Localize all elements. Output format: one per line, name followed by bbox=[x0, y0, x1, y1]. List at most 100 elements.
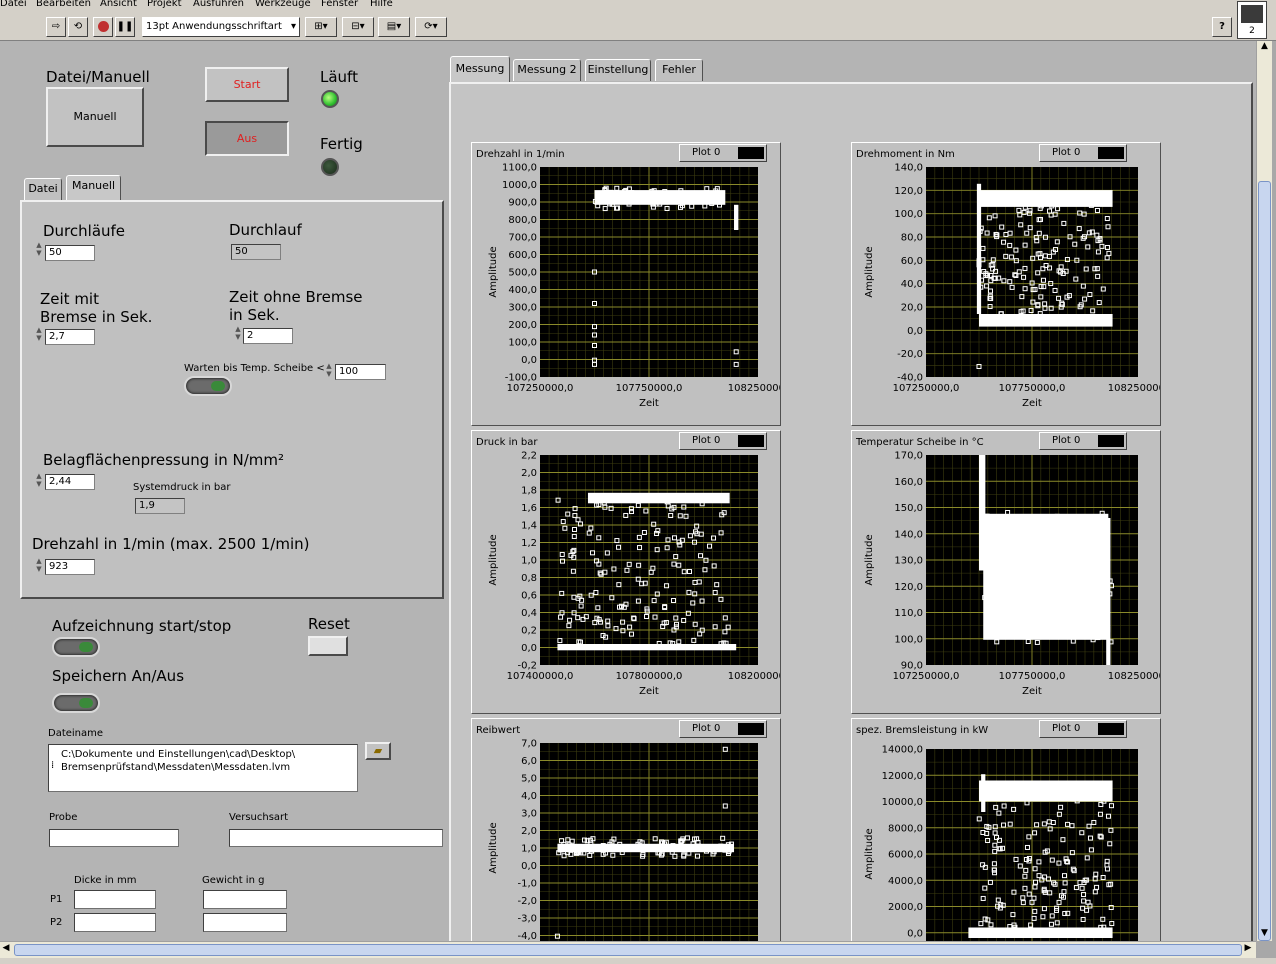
y-tick-label: 700,0 bbox=[508, 233, 537, 244]
scroll-down-icon[interactable]: ▼ bbox=[1257, 928, 1272, 941]
durchlaeufe-spinner-icon[interactable]: ▲ ▼ bbox=[35, 241, 43, 259]
font-select[interactable]: 13pt Anwendungsschriftart ▾ bbox=[142, 17, 300, 37]
chevron-down-icon: ▾ bbox=[290, 21, 296, 32]
menu-ansicht[interactable]: Ansicht bbox=[100, 0, 137, 9]
x-tick-label: 107250000,0 bbox=[893, 671, 960, 682]
y-tick-label: 1,8 bbox=[521, 486, 537, 497]
durchlauf-indicator: 50 bbox=[231, 244, 281, 260]
menu-datei[interactable]: Datei bbox=[0, 0, 27, 9]
p2-dicke-input[interactable] bbox=[74, 913, 156, 932]
p1-dicke-input[interactable] bbox=[74, 890, 156, 909]
menu-hilfe[interactable]: Hilfe bbox=[370, 0, 393, 9]
y-tick-label: 1000,0 bbox=[502, 180, 537, 191]
run-arrow-icon[interactable]: ⇨ bbox=[46, 17, 66, 37]
graph-svg: 1100,0 1000,0 900,0 800,0 700,0 600,0 500,0 400… bbox=[488, 163, 780, 410]
browse-folder-icon[interactable]: ▰ bbox=[365, 742, 391, 760]
y-tick-label: 170,0 bbox=[894, 451, 923, 462]
data-point-cluster bbox=[981, 774, 986, 812]
vertical-scroll-thumb[interactable] bbox=[1258, 181, 1271, 941]
zeit-mit-label-2: Bremse in Sek. bbox=[40, 308, 153, 326]
menu-bar: Datei Bearbeiten Ansicht Projekt Ausführ… bbox=[0, 0, 1276, 11]
pause-icon[interactable]: ❚❚ bbox=[115, 17, 135, 37]
tab-messung-2[interactable]: Messung 2 bbox=[513, 59, 581, 81]
zeit-mit-spinner-icon[interactable]: ▲ ▼ bbox=[35, 326, 43, 344]
y-axis-label: Amplitude bbox=[864, 534, 875, 585]
lauft-label: Läuft bbox=[320, 68, 358, 86]
tab-manuell[interactable]: Manuell bbox=[66, 175, 121, 201]
horizontal-scroll-thumb[interactable] bbox=[14, 944, 1242, 956]
resize-objects-icon[interactable]: ▤▾ bbox=[378, 17, 410, 37]
horizontal-scrollbar[interactable]: ◀ ▶ bbox=[0, 941, 1256, 958]
y-tick-label: -1,0 bbox=[517, 879, 537, 890]
warten-toggle[interactable] bbox=[184, 376, 232, 396]
reset-button[interactable] bbox=[308, 636, 348, 656]
messung-tab-panel: Drehzahl in 1/min Plot 0 1100,0 1000,0 900,0… bbox=[449, 82, 1253, 941]
zeit-ohne-spinner-icon[interactable]: ▲ ▼ bbox=[234, 325, 242, 343]
y-tick-label: 0,0 bbox=[521, 861, 537, 872]
menu-fenster[interactable]: Fenster bbox=[321, 0, 358, 9]
fertig-label: Fertig bbox=[320, 135, 363, 153]
run-continuous-icon[interactable]: ⟲ bbox=[68, 17, 88, 37]
manuell-button[interactable]: Manuell bbox=[46, 87, 144, 147]
tab-fehler[interactable]: Fehler bbox=[655, 59, 703, 81]
help-icon[interactable]: ? bbox=[1212, 17, 1232, 37]
menu-bearbeiten[interactable]: Bearbeiten bbox=[36, 0, 91, 9]
belag-spinner-icon[interactable]: ▲ ▼ bbox=[35, 472, 43, 490]
graph-svg: 14000,0 12000,0 10000,0 8000,0 6000,0 4000,0 2… bbox=[864, 745, 1138, 941]
y-tick-label: 2,0 bbox=[521, 468, 537, 479]
y-tick-label: 0,0 bbox=[521, 643, 537, 654]
drehzahl-label: Drehzahl in 1/min (max. 2500 1/min) bbox=[32, 535, 310, 553]
y-tick-label: 80,0 bbox=[901, 233, 923, 244]
x-tick-label: 107400000,0 bbox=[507, 671, 574, 682]
x-tick-label: 107750000,0 bbox=[999, 671, 1066, 682]
tab-datei[interactable]: Datei bbox=[24, 178, 62, 200]
durchlaeufe-input[interactable]: 50 bbox=[45, 245, 95, 261]
vertical-scrollbar[interactable]: ▲ ▼ bbox=[1256, 41, 1272, 941]
start-button[interactable]: Start bbox=[205, 67, 289, 102]
drehzahl-input[interactable]: 923 bbox=[45, 559, 95, 575]
y-tick-label: 0,2 bbox=[521, 626, 537, 637]
aufzeichnung-toggle[interactable] bbox=[52, 637, 100, 657]
y-tick-label: -40,0 bbox=[897, 373, 923, 384]
scroll-right-icon[interactable]: ▶ bbox=[1242, 943, 1254, 957]
reorder-icon[interactable]: ⟳▾ bbox=[415, 17, 447, 37]
y-tick-label: 1,0 bbox=[521, 844, 537, 855]
y-tick-label: 2000,0 bbox=[888, 902, 923, 913]
dicke-label: Dicke in mm bbox=[74, 875, 137, 886]
y-tick-label: 10000,0 bbox=[882, 797, 923, 808]
align-objects-icon[interactable]: ⊞▾ bbox=[305, 17, 337, 37]
graph-6: spez. Bremsleistung in kW Plot 0 14000,0 12… bbox=[851, 718, 1161, 941]
scroll-up-icon[interactable]: ▲ bbox=[1257, 41, 1272, 54]
y-tick-label: 60,0 bbox=[901, 256, 923, 267]
probe-input[interactable] bbox=[49, 829, 179, 847]
aus-button[interactable]: Aus bbox=[205, 121, 289, 156]
zeit-mit-input[interactable]: 2,7 bbox=[45, 329, 95, 345]
distribute-objects-icon[interactable]: ⊟▾ bbox=[342, 17, 374, 37]
y-tick-label: -4,0 bbox=[517, 931, 537, 941]
y-tick-label: 0,4 bbox=[521, 608, 537, 619]
speichern-toggle[interactable] bbox=[52, 693, 100, 713]
tab-messung[interactable]: Messung bbox=[450, 56, 510, 83]
scroll-left-icon[interactable]: ◀ bbox=[0, 943, 12, 957]
y-tick-label: 12000,0 bbox=[882, 771, 923, 782]
warten-input[interactable]: 100 bbox=[335, 364, 386, 380]
data-point-cluster bbox=[557, 644, 737, 651]
y-tick-label: 200,0 bbox=[508, 320, 537, 331]
warten-spinner-icon[interactable]: ▲ ▼ bbox=[325, 362, 333, 380]
menu-werkzeuge[interactable]: Werkzeuge bbox=[255, 0, 311, 9]
drehzahl-spinner-icon[interactable]: ▲ ▼ bbox=[35, 557, 43, 575]
zeit-ohne-input[interactable]: 2 bbox=[243, 328, 293, 344]
abort-icon[interactable] bbox=[93, 17, 113, 37]
versuchsart-input[interactable] bbox=[229, 829, 443, 847]
p2-gewicht-input[interactable] bbox=[203, 913, 287, 932]
y-tick-label: 1100,0 bbox=[502, 163, 537, 174]
tab-einstellung[interactable]: Einstellung bbox=[585, 59, 651, 81]
data-point-cluster bbox=[968, 927, 1113, 938]
belag-input[interactable]: 2,44 bbox=[45, 474, 95, 490]
dateiname-path-input[interactable]: ⁞ C:\Dokumente und Einstellungen\cad\Des… bbox=[48, 744, 358, 792]
menu-ausfuehren[interactable]: Ausführen bbox=[193, 0, 244, 9]
menu-projekt[interactable]: Projekt bbox=[147, 0, 182, 9]
belag-label: Belagflächenpressung in N/mm² bbox=[43, 451, 285, 469]
gewicht-label: Gewicht in g bbox=[202, 875, 265, 886]
p1-gewicht-input[interactable] bbox=[203, 890, 287, 909]
